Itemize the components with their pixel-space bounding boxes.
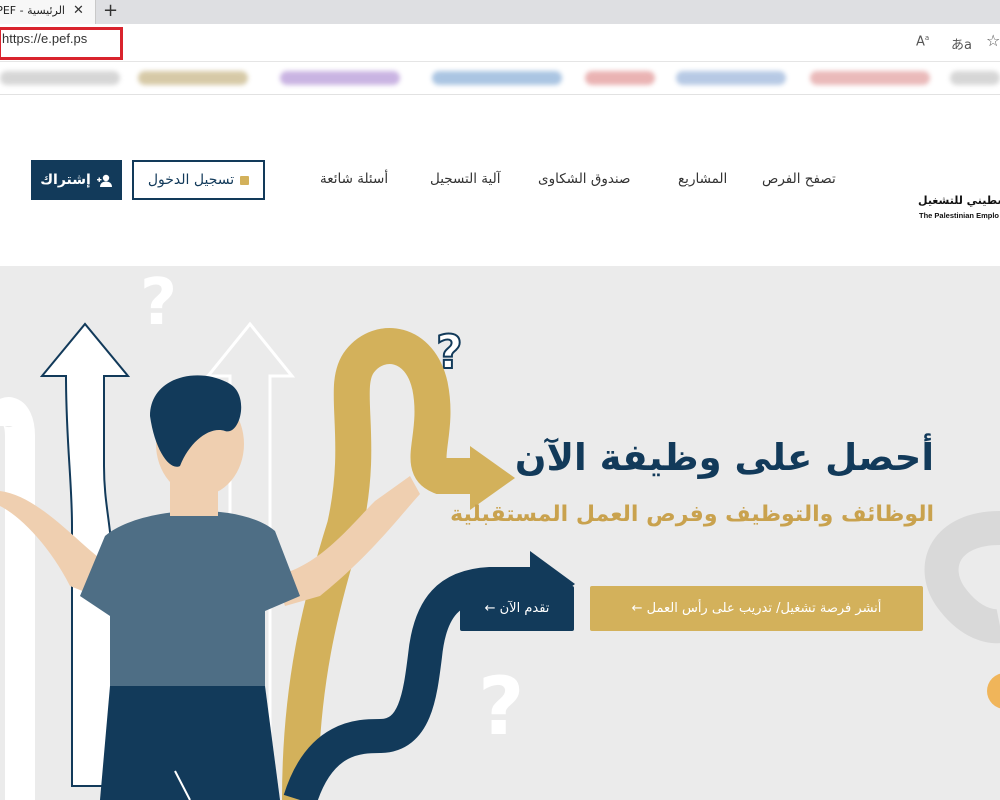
bookmark-item[interactable]	[138, 71, 248, 85]
site-logo-english[interactable]: The Palestinian Emplo	[919, 211, 999, 220]
immersive-reader-icon[interactable]: あa	[951, 34, 972, 53]
browser-tab[interactable]: الرئيسية - PEF ✕	[0, 0, 96, 24]
hero-title: أحصل على وظيفة الآن	[514, 436, 934, 479]
site-logo-arabic[interactable]: الفلسطيني للتشغيل	[918, 194, 1000, 207]
url-field[interactable]: https://e.pef.ps	[2, 31, 87, 46]
bookmark-item[interactable]	[432, 71, 562, 85]
login-label: تسجيل الدخول	[147, 172, 235, 188]
hero-section: ? ? ? أحصل على وظيفة الآن الوظائف والتوظ…	[0, 266, 1000, 800]
hero-subtitle: الوظائف والتوظيف وفرص العمل المستقبلية	[450, 502, 934, 527]
address-bar: https://e.pef.ps Aa あa ☆	[0, 24, 1000, 62]
subscribe-label: إشتراك	[40, 172, 91, 188]
question-mark-icon: ?	[478, 660, 524, 753]
bookmark-item[interactable]	[950, 71, 1000, 85]
gold-arrowhead-shape	[470, 446, 515, 510]
read-aloud-icon[interactable]: Aa	[916, 34, 929, 49]
browser-tab-strip: الرئيسية - PEF ✕ +	[0, 0, 1000, 24]
bookmark-item[interactable]	[676, 71, 786, 85]
nav-registration-mechanism[interactable]: آلية التسجيل	[430, 171, 500, 187]
nav-complaints-box[interactable]: صندوق الشكاوى	[538, 171, 630, 187]
bookmark-item[interactable]	[810, 71, 930, 85]
white-band-shape	[0, 397, 35, 800]
nav-faq[interactable]: أسئلة شائعة	[320, 171, 388, 187]
bookmarks-bar	[0, 62, 1000, 95]
person-pants-shape	[100, 686, 280, 800]
subscribe-button[interactable]: إشتراك	[31, 160, 122, 200]
bookmark-item[interactable]	[585, 71, 655, 85]
login-button[interactable]: تسجيل الدخول	[132, 160, 265, 200]
person-shirt-shape	[80, 510, 300, 686]
question-mark-icon: ?	[140, 266, 177, 340]
add-user-icon	[96, 174, 112, 187]
login-icon	[240, 175, 250, 185]
new-tab-icon[interactable]: +	[103, 0, 118, 22]
nav-projects[interactable]: المشاريع	[678, 171, 727, 187]
bookmark-item[interactable]	[0, 71, 120, 85]
nav-browse-opportunities[interactable]: تصفح الفرص	[762, 171, 836, 187]
grey-curve-shape	[924, 511, 1000, 644]
tab-title: الرئيسية - PEF	[0, 4, 65, 17]
close-tab-icon[interactable]: ✕	[73, 3, 84, 19]
bookmark-item[interactable]	[280, 71, 400, 85]
apply-now-button[interactable]: تقدم الآن ←	[460, 586, 574, 631]
post-opportunity-button[interactable]: أنشر فرصة تشغيل/ تدريب على رأس العمل ←	[590, 586, 923, 631]
site-header: إشتراك تسجيل الدخول تصفح الفرص المشاريع …	[0, 96, 1000, 266]
favorite-star-icon[interactable]: ☆	[986, 31, 1000, 50]
decor-dot-shape	[987, 673, 1000, 709]
hero-illustration: ? ? ?	[0, 266, 1000, 800]
